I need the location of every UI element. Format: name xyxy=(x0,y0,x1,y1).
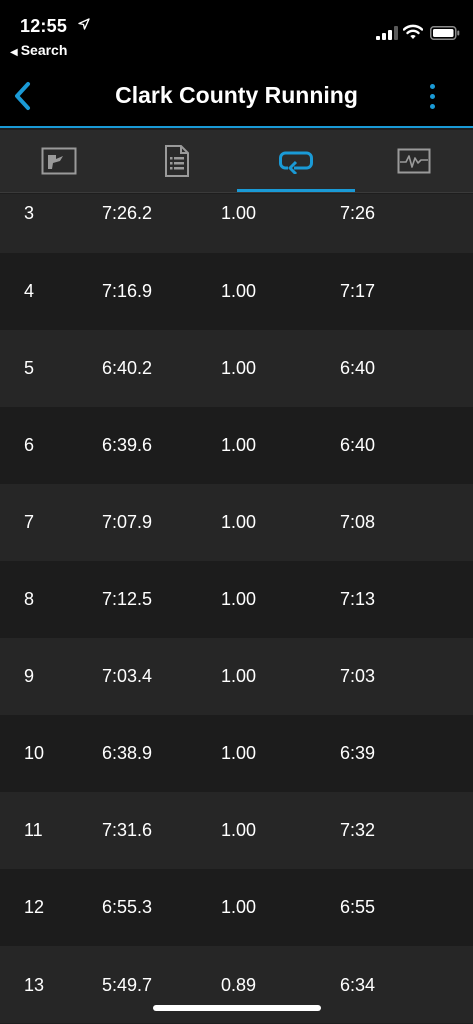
more-vertical-icon xyxy=(429,83,435,89)
lap-number: 9 xyxy=(24,666,35,686)
table-row[interactable]: 9 7:03.4 1.00 7:03 xyxy=(0,638,473,715)
lap-time: 7:26.2 xyxy=(102,203,153,223)
lap-distance: 1.00 xyxy=(221,666,257,686)
lap-pace: 7:17 xyxy=(340,281,376,301)
back-to-search-link[interactable]: ◀ Search xyxy=(10,42,67,58)
lap-time: 5:49.7 xyxy=(102,975,153,995)
table-row[interactable]: 8 7:12.5 1.00 7:13 xyxy=(0,561,473,638)
lap-distance: 1.00 xyxy=(221,281,257,301)
tab-details[interactable] xyxy=(118,130,236,192)
lap-number: 11 xyxy=(24,820,43,840)
lap-number: 10 xyxy=(24,743,45,763)
tab-bar xyxy=(0,130,473,193)
lap-number: 3 xyxy=(24,203,35,223)
table-row[interactable]: 10 6:38.9 1.00 6:39 xyxy=(0,715,473,792)
lap-pace: 6:40 xyxy=(340,358,376,378)
lap-time: 6:39.6 xyxy=(102,435,153,455)
lap-number: 13 xyxy=(24,975,45,995)
lap-distance: 1.00 xyxy=(221,743,257,763)
lap-distance: 1.00 xyxy=(221,358,257,378)
lap-pace: 7:03 xyxy=(340,666,376,686)
tab-laps[interactable] xyxy=(236,130,356,192)
status-bar: 12:55 ◀ Search xyxy=(0,0,473,66)
lap-time: 7:31.6 xyxy=(102,820,153,840)
page-title: Clark County Running xyxy=(115,82,358,108)
lap-pace: 7:13 xyxy=(340,589,376,609)
activity-graph-icon xyxy=(397,148,431,174)
lap-distance: 0.89 xyxy=(221,975,257,995)
document-list-icon xyxy=(165,145,190,177)
location-arrow-icon xyxy=(78,18,90,30)
lap-number: 7 xyxy=(24,512,35,532)
table-row[interactable]: 5 6:40.2 1.00 6:40 xyxy=(0,330,473,407)
table-row[interactable]: 7 7:07.9 1.00 7:08 xyxy=(0,484,473,561)
table-row[interactable]: 13 5:49.7 0.89 6:34 xyxy=(0,946,473,1023)
lap-pace: 6:39 xyxy=(340,743,376,763)
table-row[interactable]: 11 7:31.6 1.00 7:32 xyxy=(0,792,473,869)
lap-number: 8 xyxy=(24,589,35,609)
lap-time: 6:38.9 xyxy=(102,743,153,763)
lap-number: 5 xyxy=(24,358,35,378)
home-indicator[interactable] xyxy=(153,1005,321,1011)
back-app-label: Search xyxy=(20,42,68,58)
lap-time: 7:12.5 xyxy=(102,589,153,609)
status-time: 12:55 xyxy=(20,16,68,36)
lap-pace: 7:32 xyxy=(340,820,376,840)
tab-map[interactable] xyxy=(0,130,118,192)
lap-time: 7:16.9 xyxy=(102,281,153,301)
lap-pace: 7:08 xyxy=(340,512,376,532)
lap-time: 7:07.9 xyxy=(102,512,153,532)
lap-number: 12 xyxy=(24,897,45,917)
lap-time: 6:55.3 xyxy=(102,897,153,917)
table-row[interactable]: 4 7:16.9 1.00 7:17 xyxy=(0,253,473,330)
chart-map-icon xyxy=(41,147,77,175)
more-options-button[interactable] xyxy=(420,78,444,114)
lap-time: 7:03.4 xyxy=(102,666,153,686)
chevron-left-icon xyxy=(15,82,30,110)
laps-table: 3 7:26.2 1.00 7:26 4 7:16.9 1.00 7:17 5 6:40.2 1.0… xyxy=(0,194,473,1023)
lap-distance: 1.00 xyxy=(221,897,257,917)
lap-distance: 1.00 xyxy=(221,589,257,609)
screen: 12:55 ◀ Search Clark County Running 3 7:… xyxy=(0,0,473,1024)
wifi-icon xyxy=(403,24,423,39)
navigation-bar: Clark County Running xyxy=(0,66,473,128)
battery-icon xyxy=(430,26,460,40)
lap-pace: 6:40 xyxy=(340,435,376,455)
lap-number: 4 xyxy=(24,281,35,301)
lap-distance: 1.00 xyxy=(221,203,257,223)
lap-distance: 1.00 xyxy=(221,435,257,455)
lap-number: 6 xyxy=(24,435,35,455)
back-triangle-icon: ◀ xyxy=(10,47,18,58)
cellular-signal-icon xyxy=(376,26,398,40)
table-row[interactable]: 12 6:55.3 1.00 6:55 xyxy=(0,869,473,946)
table-row[interactable]: 3 7:26.2 1.00 7:26 xyxy=(0,194,473,253)
lap-distance: 1.00 xyxy=(221,820,257,840)
lap-pace: 7:26 xyxy=(340,203,376,223)
lap-pace: 6:55 xyxy=(340,897,376,917)
lap-time: 6:40.2 xyxy=(102,358,153,378)
tab-graphs[interactable] xyxy=(355,130,473,192)
lap-pace: 6:34 xyxy=(340,975,376,995)
table-row[interactable]: 6 6:39.6 1.00 6:40 xyxy=(0,407,473,484)
back-button[interactable] xyxy=(8,78,38,114)
lap-distance: 1.00 xyxy=(221,512,257,532)
laps-loop-icon xyxy=(278,151,313,174)
